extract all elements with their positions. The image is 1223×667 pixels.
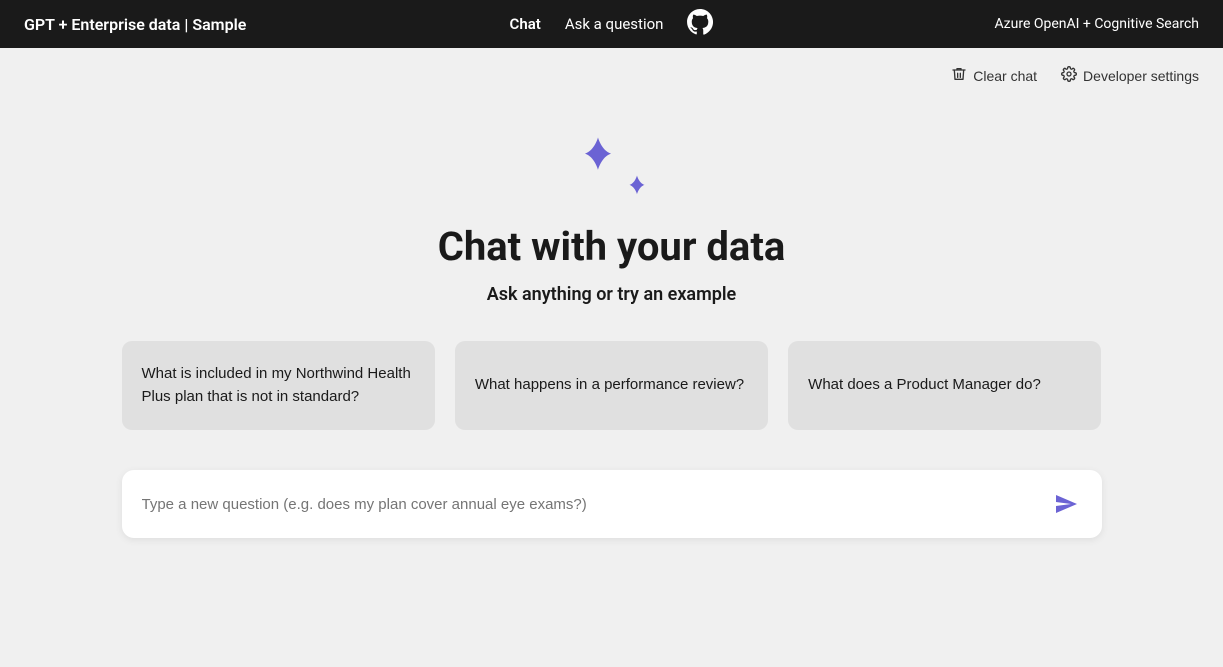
sparkle-large-icon	[572, 133, 624, 185]
toolbar: Clear chat Developer settings	[0, 48, 1223, 93]
github-icon[interactable]	[687, 9, 713, 39]
gear-icon	[1061, 66, 1077, 85]
example-card-2[interactable]: What does a Product Manager do?	[788, 341, 1101, 430]
example-card-1[interactable]: What happens in a performance review?	[455, 341, 768, 430]
example-card-text-2: What does a Product Manager do?	[808, 376, 1041, 393]
chat-input-container	[122, 470, 1102, 538]
example-card-text-1: What happens in a performance review?	[475, 376, 744, 393]
clear-chat-label: Clear chat	[973, 68, 1037, 84]
example-card-0[interactable]: What is included in my Northwind Health …	[122, 341, 435, 430]
header-left: GPT + Enterprise data | Sample	[24, 15, 246, 34]
sparkle-small-icon	[622, 173, 652, 203]
example-cards-container: What is included in my Northwind Health …	[122, 341, 1102, 430]
azure-label: Azure OpenAI + Cognitive Search	[994, 16, 1199, 32]
header-right: Azure OpenAI + Cognitive Search	[994, 16, 1199, 32]
app-title: GPT + Enterprise data | Sample	[24, 15, 246, 34]
chat-input[interactable]	[142, 496, 1050, 513]
main-title: Chat with your data	[438, 223, 786, 270]
nav-ask-question[interactable]: Ask a question	[565, 15, 664, 33]
nav-chat[interactable]: Chat	[510, 15, 541, 33]
clear-chat-button[interactable]: Clear chat	[951, 66, 1037, 85]
example-card-text-0: What is included in my Northwind Health …	[142, 365, 411, 405]
header-nav: Chat Ask a question	[510, 9, 714, 39]
sparkle-decoration	[572, 133, 652, 203]
send-icon	[1054, 492, 1078, 516]
developer-settings-label: Developer settings	[1083, 68, 1199, 84]
header: GPT + Enterprise data | Sample Chat Ask …	[0, 0, 1223, 48]
trash-icon	[951, 66, 967, 85]
send-button[interactable]	[1050, 488, 1082, 520]
developer-settings-button[interactable]: Developer settings	[1061, 66, 1199, 85]
main-content: Chat with your data Ask anything or try …	[0, 93, 1223, 538]
main-subtitle: Ask anything or try an example	[487, 284, 736, 305]
